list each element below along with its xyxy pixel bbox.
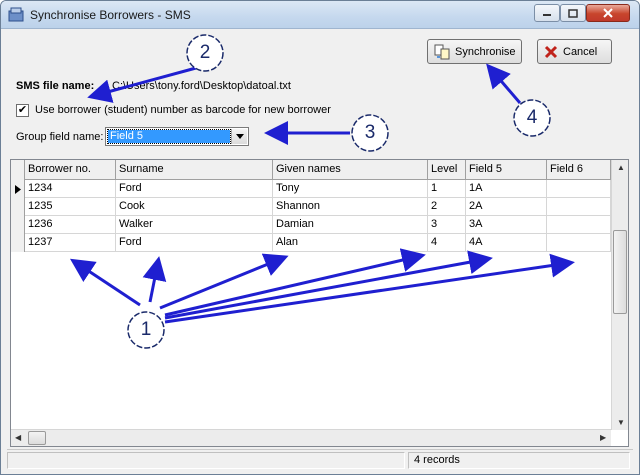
callout-3-number: 3 xyxy=(364,122,376,143)
cell-field-5[interactable]: 4A xyxy=(466,234,547,252)
cancel-button[interactable]: Cancel xyxy=(537,39,612,64)
dialog-body: Synchronise Cancel SMS file name: C:\Use… xyxy=(7,31,633,471)
status-pane-left xyxy=(7,452,405,469)
window-title: Synchronise Borrowers - SMS xyxy=(30,8,191,22)
vertical-scrollbar[interactable]: ▲ ▼ xyxy=(611,160,628,430)
main-window: Synchronise Borrowers - SMS Synchronise … xyxy=(0,0,640,475)
cell-field-5[interactable]: 2A xyxy=(466,198,547,216)
table-row[interactable]: 1234 Ford Tony 1 1A xyxy=(11,180,611,198)
column-header-level[interactable]: Level xyxy=(428,160,466,180)
group-field-label: Group field name: xyxy=(16,131,104,143)
cell-borrower-no[interactable]: 1234 xyxy=(25,180,116,198)
synchronise-label: Synchronise xyxy=(455,45,516,58)
cancel-label: Cancel xyxy=(563,45,598,58)
cell-given-names[interactable]: Damian xyxy=(273,216,428,234)
horizontal-scrollbar[interactable]: ◀ ▶ xyxy=(11,429,611,446)
close-icon xyxy=(603,8,613,18)
title-bar[interactable]: Synchronise Borrowers - SMS xyxy=(1,1,639,29)
group-field-select[interactable]: Field 5 xyxy=(105,127,249,146)
maximize-icon xyxy=(568,8,578,18)
cell-given-names[interactable]: Shannon xyxy=(273,198,428,216)
close-button[interactable] xyxy=(586,4,630,22)
row-indicator xyxy=(11,216,25,234)
status-bar xyxy=(7,449,633,469)
column-header-borrower-no[interactable]: Borrower no. xyxy=(25,160,116,180)
callout-1-number: 1 xyxy=(140,319,152,340)
dropdown-button[interactable] xyxy=(231,129,247,144)
callout-4-number: 4 xyxy=(526,107,538,128)
cell-surname[interactable]: Cook xyxy=(116,198,273,216)
callout-2: 2 xyxy=(185,33,225,73)
cancel-x-icon xyxy=(544,45,558,58)
chevron-down-icon xyxy=(235,134,244,139)
cell-surname[interactable]: Walker xyxy=(116,216,273,234)
table-row[interactable]: 1236 Walker Damian 3 3A xyxy=(11,216,611,234)
scroll-up-icon[interactable]: ▲ xyxy=(617,163,625,172)
column-header-given-names[interactable]: Given names xyxy=(273,160,428,180)
sms-file-path: C:\Users\tony.ford\Desktop\datoal.txt xyxy=(112,80,291,92)
callout-1: 1 xyxy=(126,310,166,350)
barcode-checkbox-label[interactable]: Use borrower (student) number as barcode… xyxy=(35,104,331,116)
row-indicator xyxy=(11,198,25,216)
callout-4: 4 xyxy=(512,98,552,138)
record-count: 4 records xyxy=(414,454,460,466)
column-header-field-5[interactable]: Field 5 xyxy=(466,160,547,180)
synchronise-button[interactable]: Synchronise xyxy=(427,39,522,64)
barcode-checkbox[interactable]: ✔ xyxy=(16,104,29,117)
cell-level[interactable]: 3 xyxy=(428,216,466,234)
sms-file-label: SMS file name: xyxy=(16,80,95,92)
cell-field-6[interactable] xyxy=(547,234,611,252)
cell-borrower-no[interactable]: 1235 xyxy=(25,198,116,216)
sync-icon xyxy=(434,44,450,59)
cell-level[interactable]: 1 xyxy=(428,180,466,198)
cell-borrower-no[interactable]: 1237 xyxy=(25,234,116,252)
callout-3: 3 xyxy=(350,113,390,153)
row-pointer-icon xyxy=(11,180,25,198)
cell-borrower-no[interactable]: 1236 xyxy=(25,216,116,234)
cell-field-5[interactable]: 3A xyxy=(466,216,547,234)
grid-header: Borrower no. Surname Given names Level F… xyxy=(11,160,611,180)
scroll-down-icon[interactable]: ▼ xyxy=(617,418,625,427)
table-row[interactable]: 1237 Ford Alan 4 4A xyxy=(11,234,611,252)
callout-2-number: 2 xyxy=(199,42,211,63)
cell-surname[interactable]: Ford xyxy=(116,234,273,252)
maximize-button[interactable] xyxy=(560,4,586,22)
cell-level[interactable]: 4 xyxy=(428,234,466,252)
cell-field-6[interactable] xyxy=(547,216,611,234)
cell-given-names[interactable]: Tony xyxy=(273,180,428,198)
scroll-left-icon[interactable]: ◀ xyxy=(15,433,21,442)
cell-field-5[interactable]: 1A xyxy=(466,180,547,198)
column-header-field-6[interactable]: Field 6 xyxy=(547,160,611,180)
cell-field-6[interactable] xyxy=(547,180,611,198)
minimize-icon xyxy=(543,14,551,16)
column-header-surname[interactable]: Surname xyxy=(116,160,273,180)
cell-given-names[interactable]: Alan xyxy=(273,234,428,252)
table-row[interactable]: 1235 Cook Shannon 2 2A xyxy=(11,198,611,216)
header-indicator xyxy=(11,160,25,180)
cell-level[interactable]: 2 xyxy=(428,198,466,216)
cell-surname[interactable]: Ford xyxy=(116,180,273,198)
group-field-value: Field 5 xyxy=(107,129,231,144)
row-indicator xyxy=(11,234,25,252)
scroll-right-icon[interactable]: ▶ xyxy=(600,433,606,442)
horizontal-scroll-thumb[interactable] xyxy=(28,431,46,445)
borrowers-grid: Borrower no. Surname Given names Level F… xyxy=(10,159,629,447)
cell-field-6[interactable] xyxy=(547,198,611,216)
vertical-scroll-thumb[interactable] xyxy=(613,230,627,314)
app-icon xyxy=(8,7,24,22)
minimize-button[interactable] xyxy=(534,4,560,22)
